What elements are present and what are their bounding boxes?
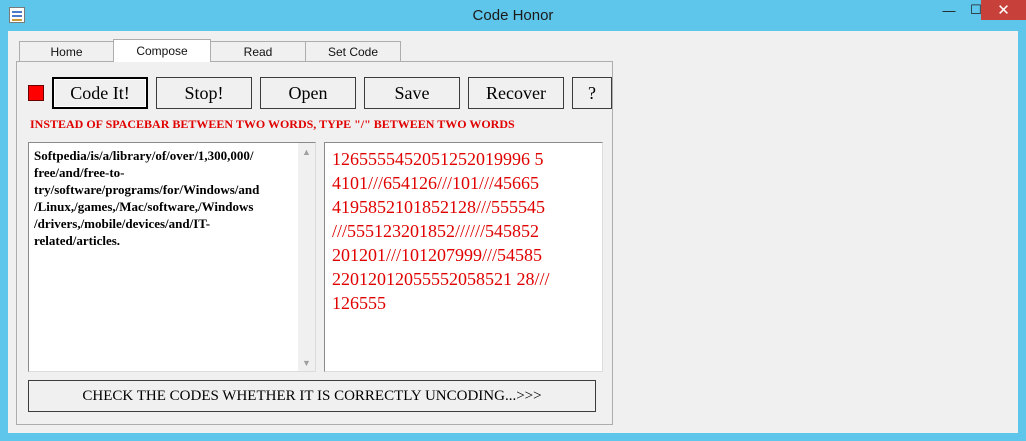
scroll-down-arrow-icon[interactable]: ▼ [298, 354, 315, 371]
plain-text-input[interactable]: Softpedia/is/a/library/of/over/1,300,000… [28, 142, 316, 372]
output-code-line: 4195852101852128///555545 [332, 197, 546, 217]
coded-output-content: 1265555452051252019996 5 4101///654126///… [332, 147, 600, 315]
output-code-line: 1265555452051252019996 5 [332, 149, 544, 169]
output-code-line: 4101///654126///101///45665 [332, 173, 540, 193]
output-code-line: 201201///101207999///54585 [332, 245, 543, 265]
status-indicator [28, 85, 44, 101]
input-text-line: try/software/programs/for/Windows/and [34, 182, 260, 197]
output-code-line: 22012012055552058521 28/// [332, 269, 550, 289]
tab-read[interactable]: Read [210, 41, 306, 61]
window-title: Code Honor [472, 7, 554, 24]
input-text-line: /drivers,/mobile/devices/and/IT- [34, 216, 211, 231]
window-border-left [0, 31, 8, 441]
input-text-line: related/articles. [34, 233, 121, 248]
help-button[interactable]: ? [572, 77, 612, 109]
window-border-bottom [0, 433, 1026, 441]
tab-compose[interactable]: Compose [113, 39, 211, 62]
input-scrollbar[interactable]: ▲ ▼ [298, 143, 315, 371]
save-button[interactable]: Save [364, 77, 460, 109]
plain-text-content: Softpedia/is/a/library/of/over/1,300,000… [34, 147, 298, 249]
stop-button[interactable]: Stop! [156, 77, 252, 109]
minimize-button[interactable]: — [936, 0, 962, 20]
input-text-line: Softpedia/is/a/library/of/over/1,300,000… [34, 148, 254, 163]
output-code-line: 126555 [332, 293, 386, 313]
close-button[interactable]: ✕ [981, 0, 1026, 20]
open-button[interactable]: Open [260, 77, 356, 109]
input-text-line: free/and/free-to- [34, 165, 125, 180]
recover-button[interactable]: Recover [468, 77, 564, 109]
coded-output[interactable]: 1265555452051252019996 5 4101///654126///… [324, 142, 603, 372]
window-border-right [1018, 31, 1026, 441]
tab-set-code[interactable]: Set Code [305, 41, 401, 61]
output-code-line: ///555123201852//////545852 [332, 221, 540, 241]
check-codes-button[interactable]: CHECK THE CODES WHETHER IT IS CORRECTLY … [28, 380, 596, 412]
input-text-line: /Linux,/games,/Mac/software,/Windows [34, 199, 254, 214]
title-bar[interactable]: Code Honor — ☐ ✕ [0, 0, 1026, 31]
tab-home[interactable]: Home [19, 41, 114, 61]
instruction-hint: INSTEAD OF SPACEBAR BETWEEN TWO WORDS, T… [30, 117, 515, 131]
code-it-button[interactable]: Code It! [52, 77, 148, 109]
scroll-up-arrow-icon[interactable]: ▲ [298, 143, 315, 160]
